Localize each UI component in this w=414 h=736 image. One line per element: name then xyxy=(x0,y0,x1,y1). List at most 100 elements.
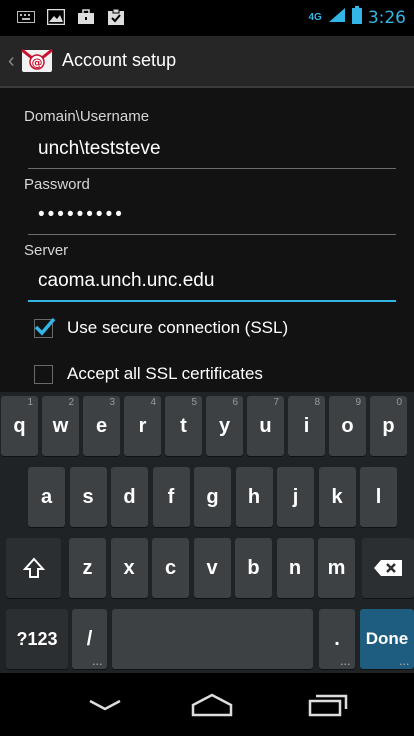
key-q[interactable]: q1 xyxy=(1,396,38,456)
key-label: i xyxy=(303,414,310,437)
key-z[interactable]: z xyxy=(69,538,106,598)
backspace-key[interactable] xyxy=(362,538,414,598)
ssl-label: Use secure connection (SSL) xyxy=(67,318,289,337)
keyboard-icon xyxy=(16,7,36,27)
key-hint: 6 xyxy=(232,397,238,408)
key-hint: 0 xyxy=(396,397,402,408)
key-c[interactable]: c xyxy=(152,538,189,598)
password-field[interactable]: ••••••••• xyxy=(28,200,396,235)
key-a[interactable]: a xyxy=(28,467,65,527)
key-g[interactable]: g xyxy=(194,467,231,527)
password-value: ••••••••• xyxy=(38,204,125,225)
briefcase-icon xyxy=(76,7,96,27)
email-app-icon[interactable]: @ xyxy=(20,44,54,78)
symbols-key[interactable]: ?123 xyxy=(6,609,68,669)
key-w[interactable]: w2 xyxy=(42,396,79,456)
more-keys-indicator: ... xyxy=(92,657,103,667)
home-button[interactable] xyxy=(184,687,240,723)
key-label: y xyxy=(218,414,231,437)
key-m[interactable]: m xyxy=(318,538,355,598)
key-o[interactable]: o9 xyxy=(329,396,366,456)
key-s[interactable]: s xyxy=(69,467,107,527)
battery-icon xyxy=(351,6,362,29)
recent-apps-icon xyxy=(308,694,348,717)
key-hint: 4 xyxy=(150,397,156,408)
key-h[interactable]: h xyxy=(235,467,273,527)
notification-icons xyxy=(16,7,126,27)
key-label: u xyxy=(259,414,272,437)
server-label: Server xyxy=(24,242,69,259)
svg-text:@: @ xyxy=(32,56,43,69)
key-label: t xyxy=(180,414,187,437)
network-type: 4G xyxy=(308,11,322,23)
key-hint: 2 xyxy=(68,397,74,408)
clock: 3:26 xyxy=(367,7,406,28)
done-key-label: Done xyxy=(365,629,409,648)
status-bar: 4G 3:26 xyxy=(0,0,414,36)
shift-icon xyxy=(22,557,45,578)
slash-key-label: / xyxy=(86,627,93,650)
username-label: Domain\Username xyxy=(24,108,150,125)
more-keys-indicator: ... xyxy=(340,657,351,667)
key-hint: 1 xyxy=(27,397,33,408)
key-label: p xyxy=(382,414,395,437)
key-l[interactable]: l xyxy=(360,467,397,527)
key-r[interactable]: r4 xyxy=(124,396,161,456)
key-label: q xyxy=(13,414,26,437)
ssl-checkbox[interactable] xyxy=(34,317,56,338)
space-key[interactable] xyxy=(112,609,313,669)
key-p[interactable]: p0 xyxy=(370,396,407,456)
ssl-option[interactable]: Use secure connection (SSL) xyxy=(34,317,289,338)
key-hint: 3 xyxy=(109,397,115,408)
key-t[interactable]: t5 xyxy=(165,396,202,456)
key-u[interactable]: u7 xyxy=(247,396,284,456)
accept-all-label: Accept all SSL certificates xyxy=(67,364,263,383)
navigation-bar xyxy=(0,673,414,736)
period-key-label: . xyxy=(334,627,340,650)
signal-icon xyxy=(328,7,346,28)
clipboard-check-icon xyxy=(106,7,126,27)
shift-key[interactable] xyxy=(6,538,61,598)
back-arrow-icon xyxy=(89,699,121,711)
accept-all-checkbox[interactable] xyxy=(34,364,53,384)
more-keys-indicator: ... xyxy=(399,657,410,667)
username-value: unch\teststeve xyxy=(38,138,161,159)
back-chevron-icon[interactable]: ‹ xyxy=(8,50,15,73)
home-icon xyxy=(191,693,233,717)
key-v[interactable]: v xyxy=(193,538,231,598)
key-label: w xyxy=(52,414,69,437)
account-setup-form: Domain\Username unch\teststeve Password … xyxy=(0,88,414,392)
key-hint: 5 xyxy=(191,397,197,408)
password-label: Password xyxy=(24,176,90,193)
backspace-icon xyxy=(374,560,402,576)
key-n[interactable]: n xyxy=(276,538,314,598)
soft-keyboard: q1w2e3r4t5y6u7i8o9p0 asdfghjkl zxcvbnm ?… xyxy=(0,392,414,673)
recent-apps-button[interactable] xyxy=(300,687,356,723)
key-hint: 9 xyxy=(355,397,361,408)
slash-key[interactable]: / ... xyxy=(72,609,107,669)
action-bar: ‹ @ Account setup xyxy=(0,36,414,88)
server-field[interactable]: caoma.unch.unc.edu xyxy=(28,266,396,302)
screen: 4G 3:26 ‹ @ Account setup Domain\Usernam… xyxy=(0,0,414,736)
system-status: 4G 3:26 xyxy=(308,6,406,29)
period-key[interactable]: . ... xyxy=(319,609,355,669)
checkmark-icon xyxy=(34,317,56,336)
back-button[interactable] xyxy=(77,687,133,723)
key-hint: 7 xyxy=(273,397,279,408)
key-b[interactable]: b xyxy=(235,538,272,598)
key-label: e xyxy=(95,414,108,437)
key-k[interactable]: k xyxy=(318,467,356,527)
image-icon xyxy=(46,7,66,27)
key-hint: 8 xyxy=(314,397,320,408)
accept-all-option[interactable]: Accept all SSL certificates xyxy=(34,364,263,384)
key-f[interactable]: f xyxy=(152,467,190,527)
username-field[interactable]: unch\teststeve xyxy=(28,134,396,169)
key-label: o xyxy=(341,414,354,437)
done-key[interactable]: Done ... xyxy=(360,609,414,669)
key-j[interactable]: j xyxy=(277,467,314,527)
key-x[interactable]: x xyxy=(110,538,148,598)
key-y[interactable]: y6 xyxy=(206,396,243,456)
key-e[interactable]: e3 xyxy=(83,396,120,456)
key-d[interactable]: d xyxy=(111,467,148,527)
key-i[interactable]: i8 xyxy=(288,396,325,456)
